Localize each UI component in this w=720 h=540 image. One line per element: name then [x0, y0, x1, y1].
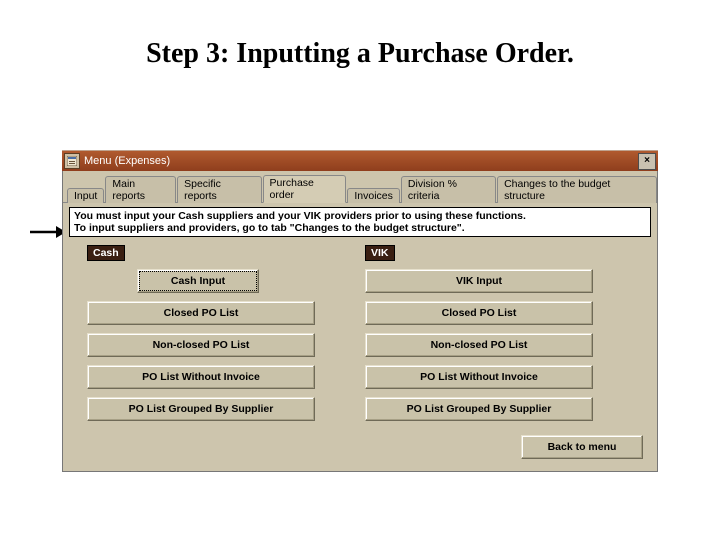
- vik-po-without-invoice-button[interactable]: PO List Without Invoice: [365, 365, 593, 389]
- window-titlebar: Menu (Expenses) ×: [62, 150, 658, 171]
- vik-nonclosed-po-list-button[interactable]: Non-closed PO List: [365, 333, 593, 357]
- cash-po-without-invoice-button[interactable]: PO List Without Invoice: [87, 365, 315, 389]
- tab-main-reports[interactable]: Main reports: [105, 176, 176, 203]
- back-to-menu-button[interactable]: Back to menu: [521, 435, 643, 459]
- tab-purchase-order[interactable]: Purchase order: [263, 175, 347, 203]
- window-title: Menu (Expenses): [84, 155, 638, 167]
- vik-column: VIK VIK Input Closed PO List Non-closed …: [365, 243, 593, 429]
- tab-strip: Input Main reports Specific reports Purc…: [63, 171, 657, 203]
- pointer-arrow: [30, 220, 66, 246]
- vik-closed-po-list-button[interactable]: Closed PO List: [365, 301, 593, 325]
- vik-group-label: VIK: [365, 245, 395, 261]
- notice-line-1: You must input your Cash suppliers and y…: [74, 210, 646, 222]
- cash-input-button[interactable]: Cash Input: [137, 269, 259, 293]
- instruction-notice: You must input your Cash suppliers and y…: [69, 207, 651, 237]
- window-form-icon: [64, 153, 80, 169]
- cash-closed-po-list-button[interactable]: Closed PO List: [87, 301, 315, 325]
- cash-column: Cash Cash Input Closed PO List Non-close…: [87, 243, 315, 429]
- tab-specific-reports[interactable]: Specific reports: [177, 176, 261, 203]
- vik-input-button[interactable]: VIK Input: [365, 269, 593, 293]
- form-client-area: Input Main reports Specific reports Purc…: [62, 171, 658, 472]
- tab-division-criteria[interactable]: Division % criteria: [401, 176, 496, 203]
- cash-group-label: Cash: [87, 245, 125, 261]
- tab-invoices[interactable]: Invoices: [347, 188, 400, 203]
- vik-po-grouped-supplier-button[interactable]: PO List Grouped By Supplier: [365, 397, 593, 421]
- cash-po-grouped-supplier-button[interactable]: PO List Grouped By Supplier: [87, 397, 315, 421]
- app-window: Menu (Expenses) × Input Main reports Spe…: [62, 150, 658, 472]
- tab-changes-budget-structure[interactable]: Changes to the budget structure: [497, 176, 657, 203]
- page-title: Step 3: Inputting a Purchase Order.: [0, 0, 720, 110]
- close-button[interactable]: ×: [638, 153, 656, 170]
- tab-input[interactable]: Input: [67, 188, 104, 203]
- notice-line-2: To input suppliers and providers, go to …: [74, 222, 646, 234]
- cash-nonclosed-po-list-button[interactable]: Non-closed PO List: [87, 333, 315, 357]
